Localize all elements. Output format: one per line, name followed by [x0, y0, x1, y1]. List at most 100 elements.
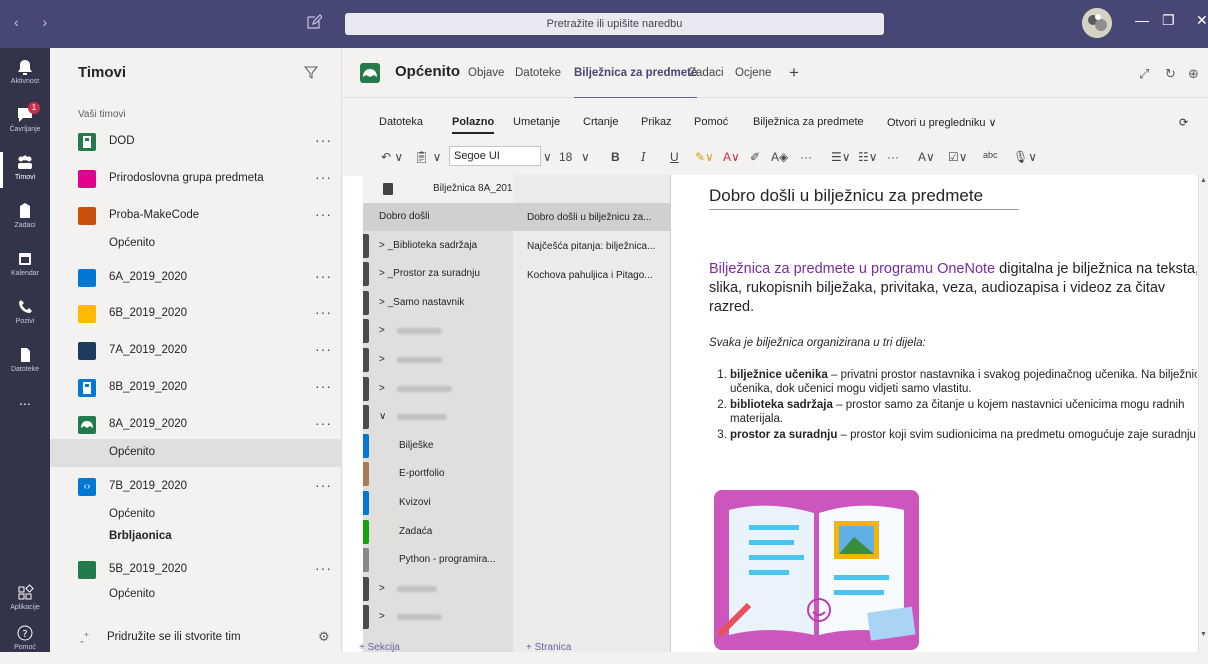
bullets-icon[interactable]: ☰∨	[831, 150, 851, 164]
section-item[interactable]: >	[363, 375, 513, 403]
team-8b[interactable]: 8B_2019_2020 ···	[50, 370, 341, 406]
more-tools[interactable]: ···	[800, 150, 812, 164]
styles-dropdown-icon[interactable]: A∨	[918, 150, 935, 164]
rail-item-help[interactable]: ? Pomoć	[0, 616, 50, 664]
team-prirodoslovna[interactable]: Prirodoslovna grupa predmeta ···	[50, 161, 341, 197]
section-item[interactable]: > _Prostor za suradnju	[363, 260, 513, 288]
dictate-icon[interactable]: 🎙︎∨	[1013, 150, 1037, 164]
avatar[interactable]	[1082, 8, 1112, 38]
underline-button[interactable]: U	[670, 150, 679, 164]
scroll-up-icon[interactable]: ▲	[1200, 177, 1207, 184]
back-forward-nav[interactable]: ‹ ›	[14, 14, 57, 30]
team-proba-makecode[interactable]: Proba-MakeCode ···	[50, 198, 341, 234]
team-7b[interactable]: ‹› 7B_2019_2020 ···	[50, 469, 341, 505]
rail-more[interactable]: ...	[0, 386, 50, 434]
vertical-scrollbar[interactable]: ▲ ▼	[1198, 175, 1208, 652]
section-item[interactable]: Python - programira...	[363, 546, 513, 574]
section-item[interactable]: Bilješke	[363, 432, 513, 460]
rail-item-calls[interactable]: Pozivi	[0, 290, 50, 338]
section-item[interactable]: >	[363, 317, 513, 345]
ribbon-tab-pomoc[interactable]: Pomoć	[694, 116, 728, 128]
team-7a[interactable]: 7A_2019_2020 ···	[50, 333, 341, 369]
font-size-dropdown-icon[interactable]: ∨	[581, 150, 590, 164]
more-options-icon[interactable]: ···	[315, 304, 332, 320]
globe-icon[interactable]: ⊕	[1188, 66, 1199, 82]
rail-item-teams[interactable]: Timovi	[0, 146, 50, 194]
join-or-create-team[interactable]: ꞈ⁺ Pridružite se ili stvorite tim ⚙	[50, 623, 341, 651]
maximize-icon[interactable]: ❐	[1162, 12, 1175, 29]
notebook-header[interactable]: Bilježnica 8A_2019_2020	[363, 175, 546, 203]
rail-item-activity[interactable]: Aktivnost	[0, 50, 50, 98]
channel-general-selected[interactable]: Općenito	[50, 439, 341, 467]
ribbon-tab-polazno[interactable]: Polazno	[452, 116, 495, 134]
ribbon-tab-datoteka[interactable]: Datoteka	[379, 116, 423, 128]
section-item[interactable]: Dobro došli	[363, 203, 513, 231]
more-options-icon[interactable]: ···	[315, 169, 332, 185]
filter-icon[interactable]	[304, 65, 318, 79]
compose-icon[interactable]	[306, 14, 322, 30]
channel-brbljaonica[interactable]: Brbljaonica	[50, 523, 341, 551]
team-dod[interactable]: DOD ···	[50, 124, 341, 160]
more-options-icon[interactable]: ···	[315, 341, 332, 357]
ribbon-tab-umetanje[interactable]: Umetanje	[513, 116, 560, 128]
clear-format-icon[interactable]: ✐	[750, 150, 760, 164]
numbering-icon[interactable]: ☷∨	[858, 150, 878, 164]
sync-icon[interactable]: ⟳	[1179, 116, 1188, 129]
tab-ocjene[interactable]: Ocjene	[735, 67, 771, 79]
section-item[interactable]: > _Samo nastavnik	[363, 289, 513, 317]
expand-icon[interactable]: ⤢	[1139, 66, 1149, 82]
close-icon[interactable]: ✕	[1196, 12, 1208, 29]
font-name-field[interactable]: Segoe UI	[449, 146, 541, 166]
more-options-icon[interactable]: ···	[315, 378, 332, 394]
more-options-icon[interactable]: ···	[315, 268, 332, 284]
page-canvas[interactable]: Dobro došli u bilježnicu za predmete Bil…	[672, 175, 1197, 652]
tab-objave[interactable]: Objave	[468, 67, 504, 79]
more-options-icon[interactable]: ···	[315, 477, 332, 493]
section-item[interactable]: Zadaća	[363, 518, 513, 546]
tag-icon[interactable]: ☑∨	[948, 150, 968, 164]
highlight-icon[interactable]: ✎∨	[695, 150, 714, 164]
add-page-button[interactable]: + Stranica	[526, 642, 571, 653]
minimize-icon[interactable]: —	[1135, 12, 1149, 28]
section-item[interactable]: > _Biblioteka sadržaja	[363, 232, 513, 260]
ribbon-tab-crtanje[interactable]: Crtanje	[583, 116, 618, 128]
search-input[interactable]: Pretražite ili upišite naredbu	[345, 13, 884, 35]
rail-item-chat[interactable]: 1 Čavrljanje	[0, 98, 50, 146]
styles-icon[interactable]: A◈	[771, 150, 788, 164]
undo-icon[interactable]: ↶ ∨	[381, 150, 403, 164]
italic-button[interactable]: I	[641, 150, 646, 164]
more-options-icon[interactable]: ···	[315, 560, 332, 576]
page-item[interactable]: Kochova pahuljica i Pitago...	[513, 261, 671, 289]
section-item[interactable]: ∨	[363, 403, 513, 431]
add-tab-button[interactable]: +	[789, 63, 799, 83]
open-in-browser[interactable]: Otvori u pregledniku ∨	[887, 116, 997, 129]
font-color-icon[interactable]: A∨	[723, 150, 740, 164]
tab-biljeznica[interactable]: Bilježnica za predmete	[574, 67, 698, 99]
font-size-field[interactable]: 18	[559, 150, 572, 164]
channel-general[interactable]: Općenito	[50, 581, 341, 609]
intro-link[interactable]: Bilježnica za predmete u programu OneNot…	[709, 261, 995, 277]
ribbon-tab-prikaz[interactable]: Prikaz	[641, 116, 672, 128]
clipboard-icon[interactable]: 📋︎ ∨	[414, 150, 441, 164]
rail-item-assignments[interactable]: Zadaci	[0, 194, 50, 242]
team-6b[interactable]: 6B_2019_2020 ···	[50, 296, 341, 332]
bold-button[interactable]: B	[611, 150, 620, 164]
team-6a[interactable]: 6A_2019_2020 ···	[50, 260, 341, 296]
add-section-button[interactable]: + Sekcija	[359, 642, 400, 653]
section-item[interactable]: Kvizovi	[363, 489, 513, 517]
gear-icon[interactable]: ⚙	[318, 629, 330, 645]
font-name-dropdown-icon[interactable]: ∨	[543, 150, 552, 164]
section-item[interactable]: >	[363, 575, 513, 603]
tab-datoteke[interactable]: Datoteke	[515, 67, 561, 79]
more-options-icon[interactable]: ···	[315, 206, 332, 222]
spelling-icon[interactable]: abc	[983, 150, 998, 160]
more-paragraph[interactable]: ···	[887, 150, 899, 164]
tab-zadaci[interactable]: Zadaci	[689, 67, 724, 79]
page-item[interactable]: Najčešća pitanja: bilježnica...	[513, 232, 671, 260]
ribbon-tab-biljeznica[interactable]: Bilježnica za predmete	[753, 116, 864, 128]
channel-general[interactable]: Općenito	[50, 230, 341, 258]
rail-item-files[interactable]: Datoteke	[0, 338, 50, 386]
more-options-icon[interactable]: ···	[315, 132, 332, 148]
section-item[interactable]: E-portfolio	[363, 460, 513, 488]
refresh-icon[interactable]: ↻	[1165, 66, 1176, 82]
